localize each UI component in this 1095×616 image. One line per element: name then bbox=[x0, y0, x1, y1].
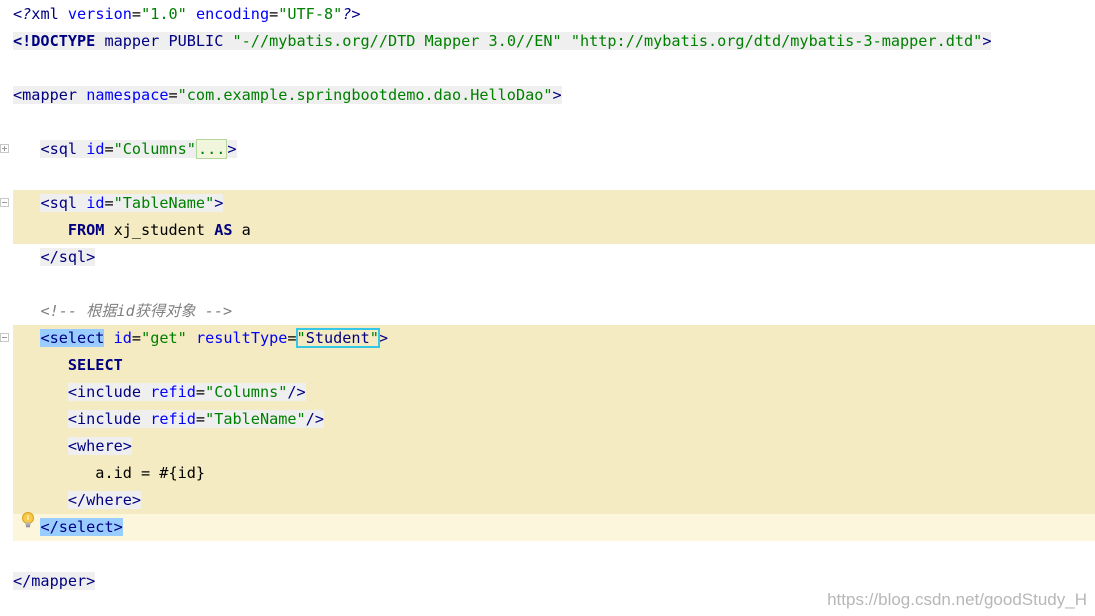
token: = bbox=[131, 329, 142, 347]
fold-expand-icon[interactable] bbox=[0, 144, 9, 153]
token: id bbox=[113, 329, 132, 347]
token: = bbox=[195, 383, 206, 401]
fold-collapse-icon[interactable] bbox=[0, 198, 9, 207]
token: /> bbox=[287, 383, 306, 401]
token: > bbox=[378, 329, 389, 347]
token: < bbox=[67, 383, 78, 401]
token: <!-- 根据id获得对象 --> bbox=[40, 302, 233, 320]
token: <? bbox=[13, 5, 32, 23]
token: "Columns" bbox=[113, 140, 196, 158]
token: xj_student bbox=[104, 221, 215, 239]
token: = bbox=[131, 5, 142, 23]
token: = bbox=[168, 86, 178, 104]
code-line-select-close[interactable]: </select> bbox=[13, 514, 1095, 541]
token: </sql> bbox=[40, 248, 96, 266]
code-line-where-condition[interactable]: a.id = #{id} bbox=[13, 460, 1095, 487]
token: < bbox=[13, 86, 23, 104]
token: < bbox=[67, 437, 78, 455]
code-line-select-keyword[interactable]: SELECT bbox=[13, 352, 1095, 379]
code-line-select-open[interactable]: <select id="get" resultType="Student"> bbox=[13, 325, 1095, 352]
token: AS bbox=[214, 221, 233, 239]
code-line-sql-close[interactable]: </sql> bbox=[13, 244, 1095, 271]
code-line-where-open[interactable]: <where> bbox=[13, 433, 1095, 460]
token: </ bbox=[40, 518, 59, 536]
token: namespace bbox=[86, 86, 169, 104]
code-line-sql-columns[interactable]: <sql id="Columns"... > bbox=[13, 136, 1095, 163]
code-line-include-columns[interactable]: <include refid="Columns"/> bbox=[13, 379, 1095, 406]
token: < bbox=[40, 194, 50, 212]
folded-region-placeholder[interactable]: ... bbox=[195, 139, 228, 159]
token: FROM bbox=[67, 221, 105, 239]
token: xml bbox=[31, 5, 59, 23]
token: = bbox=[104, 194, 114, 212]
token: </mapper> bbox=[13, 572, 96, 590]
token: "get" bbox=[141, 329, 187, 347]
token: = bbox=[269, 5, 279, 23]
token: include bbox=[77, 383, 142, 401]
token: ?> bbox=[342, 5, 361, 23]
token: mapper bbox=[22, 86, 78, 104]
token: include bbox=[77, 410, 142, 428]
token: "-//mybatis.org//DTD Mapper 3.0//EN" bbox=[232, 32, 562, 50]
token: SELECT bbox=[67, 356, 123, 374]
token: select bbox=[49, 329, 105, 347]
token: where bbox=[77, 437, 123, 455]
token: a bbox=[232, 221, 251, 239]
token: refid bbox=[150, 383, 196, 401]
code-line-sql-tablename-open[interactable]: <sql id="TableName"> bbox=[13, 190, 1095, 217]
code-editor[interactable]: <?xml version="1.0" encoding="UTF-8"?> <… bbox=[0, 0, 1095, 616]
token: "http://mybatis.org/dtd/mybatis-3-mapper… bbox=[570, 32, 983, 50]
token: = bbox=[104, 140, 114, 158]
token: > bbox=[214, 194, 224, 212]
token: "TableName" bbox=[113, 194, 215, 212]
code-line-xml-declaration[interactable]: <?xml version="1.0" encoding="UTF-8"?> bbox=[13, 1, 1095, 28]
token: /> bbox=[305, 410, 324, 428]
fold-collapse-icon[interactable] bbox=[0, 333, 9, 342]
token: "TableName" bbox=[205, 410, 306, 428]
code-line-doctype[interactable]: <!DOCTYPE mapper PUBLIC "-//mybatis.org/… bbox=[13, 28, 1095, 55]
token: > bbox=[122, 437, 132, 455]
code-line-mapper-open[interactable]: <mapper namespace="com.example.springboo… bbox=[13, 82, 1095, 109]
token: select bbox=[58, 518, 114, 536]
watermark: https://blog.csdn.net/goodStudy_H bbox=[827, 590, 1087, 609]
token: id bbox=[86, 194, 105, 212]
token: "Columns" bbox=[205, 383, 288, 401]
token: refid bbox=[150, 410, 196, 428]
token: "UTF-8" bbox=[278, 5, 343, 23]
code-line-comment[interactable]: <!-- 根据id获得对象 --> bbox=[13, 298, 1095, 325]
token: < bbox=[67, 410, 78, 428]
token: sql bbox=[49, 140, 78, 158]
code-line-where-close[interactable]: </where> bbox=[13, 487, 1095, 514]
token: = bbox=[287, 329, 297, 347]
token: > bbox=[552, 86, 562, 104]
token: " bbox=[369, 329, 379, 347]
token: </where> bbox=[67, 491, 142, 509]
token: mapper bbox=[104, 32, 160, 50]
token: a.id = #{id} bbox=[95, 464, 206, 482]
token: > bbox=[113, 518, 123, 536]
token: sql bbox=[49, 194, 78, 212]
token: " bbox=[296, 329, 306, 347]
token: resultType bbox=[195, 329, 288, 347]
code-line-include-tablename[interactable]: <include refid="TableName"/> bbox=[13, 406, 1095, 433]
result-type-highlight[interactable]: "Student" bbox=[295, 328, 380, 348]
token: > bbox=[227, 140, 237, 158]
token: <!DOCTYPE bbox=[13, 32, 96, 50]
token: encoding bbox=[195, 5, 270, 23]
token: "1.0" bbox=[141, 5, 187, 23]
token: version bbox=[67, 5, 132, 23]
token: = bbox=[195, 410, 206, 428]
token: < bbox=[40, 329, 50, 347]
token: PUBLIC bbox=[168, 32, 224, 50]
editor-gutter bbox=[0, 0, 13, 616]
token: < bbox=[40, 140, 50, 158]
lightbulb-icon[interactable] bbox=[20, 511, 36, 529]
code-line-from[interactable]: FROM xj_student AS a bbox=[13, 217, 1095, 244]
token: id bbox=[86, 140, 105, 158]
token: > bbox=[982, 32, 992, 50]
token: "com.example.springbootdemo.dao.HelloDao… bbox=[177, 86, 553, 104]
token: Student bbox=[305, 329, 370, 347]
